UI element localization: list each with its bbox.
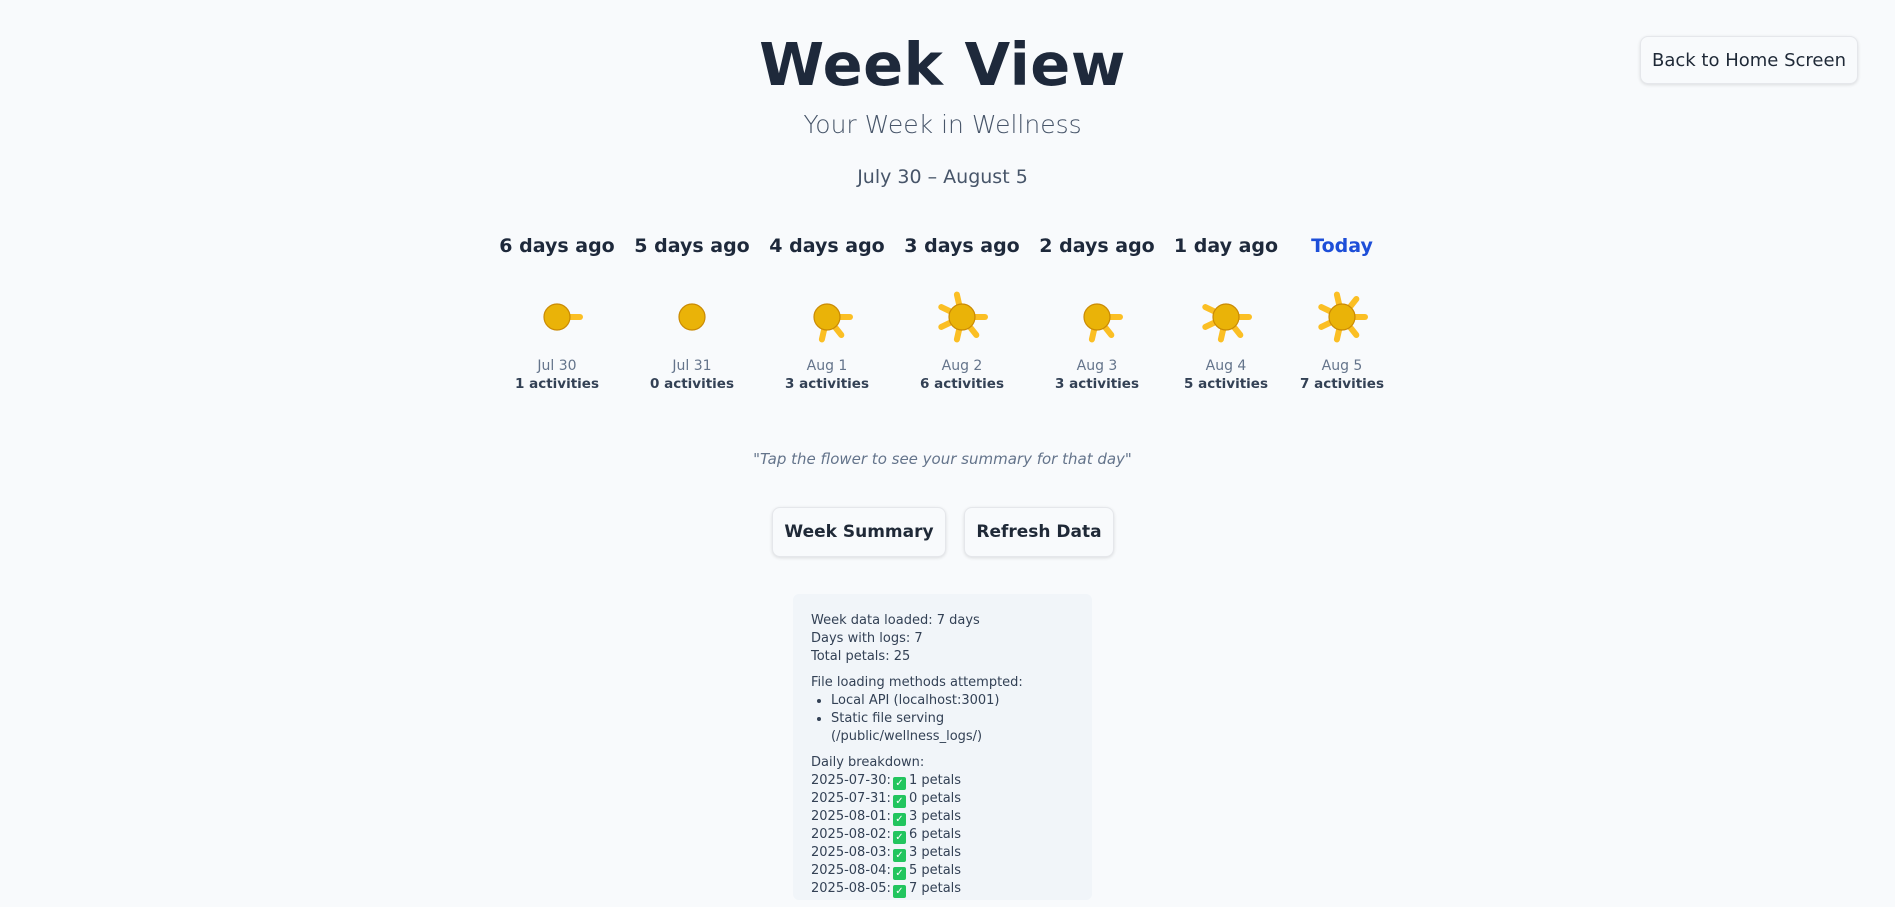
debug-stats: Week data loaded: 7 days Days with logs:… <box>811 612 1074 666</box>
day-label: 1 day ago <box>1173 235 1279 257</box>
breakdown-petals: 1 petals <box>908 773 962 788</box>
day-date: Aug 1 <box>806 358 848 374</box>
check-icon: ✓ <box>892 849 906 862</box>
day-column[interactable]: 4 days ago Aug 1 3 activities <box>767 232 887 393</box>
flower-center <box>948 303 976 331</box>
flower-center <box>1212 303 1240 331</box>
breakdown-row: 2025-08-01: ✓ 3 petals <box>811 808 1074 826</box>
tap-hint: "Tap the flower to see your summary for … <box>753 450 1132 468</box>
day-label: 2 days ago <box>1039 235 1155 257</box>
breakdown-petals: 7 petals <box>908 881 962 896</box>
debug-methods: File loading methods attempted: Local AP… <box>811 674 1074 746</box>
date-range: July 30 – August 5 <box>857 166 1028 188</box>
debug-method-item: Static file serving (/public/wellness_lo… <box>831 710 1074 746</box>
breakdown-date: 2025-08-02: <box>811 827 891 842</box>
day-column[interactable]: 6 days ago Jul 30 1 activities <box>497 232 617 393</box>
day-label: 4 days ago <box>769 235 885 257</box>
debug-methods-list: Local API (localhost:3001) Static file s… <box>811 692 1074 746</box>
day-activity-count: 1 activities <box>515 376 599 392</box>
breakdown-row: 2025-08-03: ✓ 3 petals <box>811 844 1074 862</box>
breakdown-row: 2025-08-04: ✓ 5 petals <box>811 862 1074 880</box>
flower-icon[interactable] <box>662 287 722 347</box>
check-icon: ✓ <box>892 867 906 880</box>
breakdown-row: 2025-08-02: ✓ 6 petals <box>811 826 1074 844</box>
breakdown-row: 2025-07-31: ✓ 0 petals <box>811 790 1074 808</box>
breakdown-row: 2025-07-30: ✓ 1 petals <box>811 772 1074 790</box>
debug-panel: Week data loaded: 7 days Days with logs:… <box>793 594 1092 900</box>
debug-breakdown-title: Daily breakdown: <box>811 755 925 770</box>
debug-stat: Total petals: 25 <box>811 649 911 664</box>
check-icon: ✓ <box>892 777 906 790</box>
flower-icon[interactable] <box>1067 287 1127 347</box>
check-icon: ✓ <box>892 813 906 826</box>
flower-icon[interactable] <box>527 287 587 347</box>
day-activity-count: 6 activities <box>920 376 1004 392</box>
flower-icon[interactable] <box>797 287 857 347</box>
day-label: 3 days ago <box>904 235 1020 257</box>
breakdown-date: 2025-08-04: <box>811 863 891 878</box>
debug-methods-title: File loading methods attempted: <box>811 675 1023 690</box>
breakdown-petals: 3 petals <box>908 809 962 824</box>
day-date: Jul 31 <box>672 358 712 374</box>
day-activity-count: 5 activities <box>1184 376 1268 392</box>
day-label-today: Today <box>1311 235 1373 257</box>
flower-icon[interactable] <box>1196 287 1256 347</box>
refresh-data-button[interactable]: Refresh Data <box>964 507 1114 557</box>
day-date: Aug 5 <box>1321 358 1363 374</box>
day-column-today[interactable]: Today Aug 5 7 activities <box>1282 232 1402 393</box>
debug-breakdown: Daily breakdown: 2025-07-30: ✓ 1 petals 20… <box>811 754 1074 898</box>
page-subtitle: Your Week in Wellness <box>803 110 1082 139</box>
debug-stat: Week data loaded: 7 days <box>811 613 980 628</box>
day-activity-count: 3 activities <box>785 376 869 392</box>
day-column[interactable]: 3 days ago Aug 2 6 activities <box>902 232 1022 393</box>
flower-center <box>678 303 706 331</box>
breakdown-petals: 3 petals <box>908 845 962 860</box>
flower-center <box>813 303 841 331</box>
week-view-page: Back to Home Screen Week View Your Week … <box>0 0 1895 907</box>
flower-center <box>1328 303 1356 331</box>
debug-stat: Days with logs: 7 <box>811 631 923 646</box>
day-date: Aug 4 <box>1205 358 1247 374</box>
breakdown-date: 2025-08-05: <box>811 881 891 896</box>
breakdown-row: 2025-08-05: ✓ 7 petals <box>811 880 1074 898</box>
day-label: 5 days ago <box>634 235 750 257</box>
day-label: 6 days ago <box>499 235 615 257</box>
day-activity-count: 7 activities <box>1300 376 1384 392</box>
day-column[interactable]: 1 day ago Aug 4 5 activities <box>1166 232 1286 393</box>
breakdown-petals: 6 petals <box>908 827 962 842</box>
breakdown-date: 2025-08-01: <box>811 809 891 824</box>
day-activity-count: 0 activities <box>650 376 734 392</box>
check-icon: ✓ <box>892 795 906 808</box>
breakdown-petals: 0 petals <box>908 791 962 806</box>
day-activity-count: 3 activities <box>1055 376 1139 392</box>
day-date: Aug 2 <box>941 358 983 374</box>
check-icon: ✓ <box>892 885 906 898</box>
page-title: Week View <box>759 30 1126 99</box>
flower-icon[interactable] <box>932 287 992 347</box>
week-summary-button[interactable]: Week Summary <box>772 507 946 557</box>
breakdown-date: 2025-08-03: <box>811 845 891 860</box>
flower-center <box>1083 303 1111 331</box>
breakdown-date: 2025-07-31: <box>811 791 891 806</box>
day-column[interactable]: 2 days ago Aug 3 3 activities <box>1037 232 1157 393</box>
breakdown-petals: 5 petals <box>908 863 962 878</box>
flower-icon[interactable] <box>1312 287 1372 347</box>
debug-method-item: Local API (localhost:3001) <box>831 692 1074 710</box>
day-column[interactable]: 5 days ago Jul 31 0 activities <box>632 232 752 393</box>
week-days-row: 6 days ago Jul 30 1 activities 5 days ag… <box>0 232 1895 402</box>
day-date: Jul 30 <box>537 358 577 374</box>
check-icon: ✓ <box>892 831 906 844</box>
breakdown-date: 2025-07-30: <box>811 773 891 788</box>
flower-center <box>543 303 571 331</box>
day-date: Aug 3 <box>1076 358 1118 374</box>
